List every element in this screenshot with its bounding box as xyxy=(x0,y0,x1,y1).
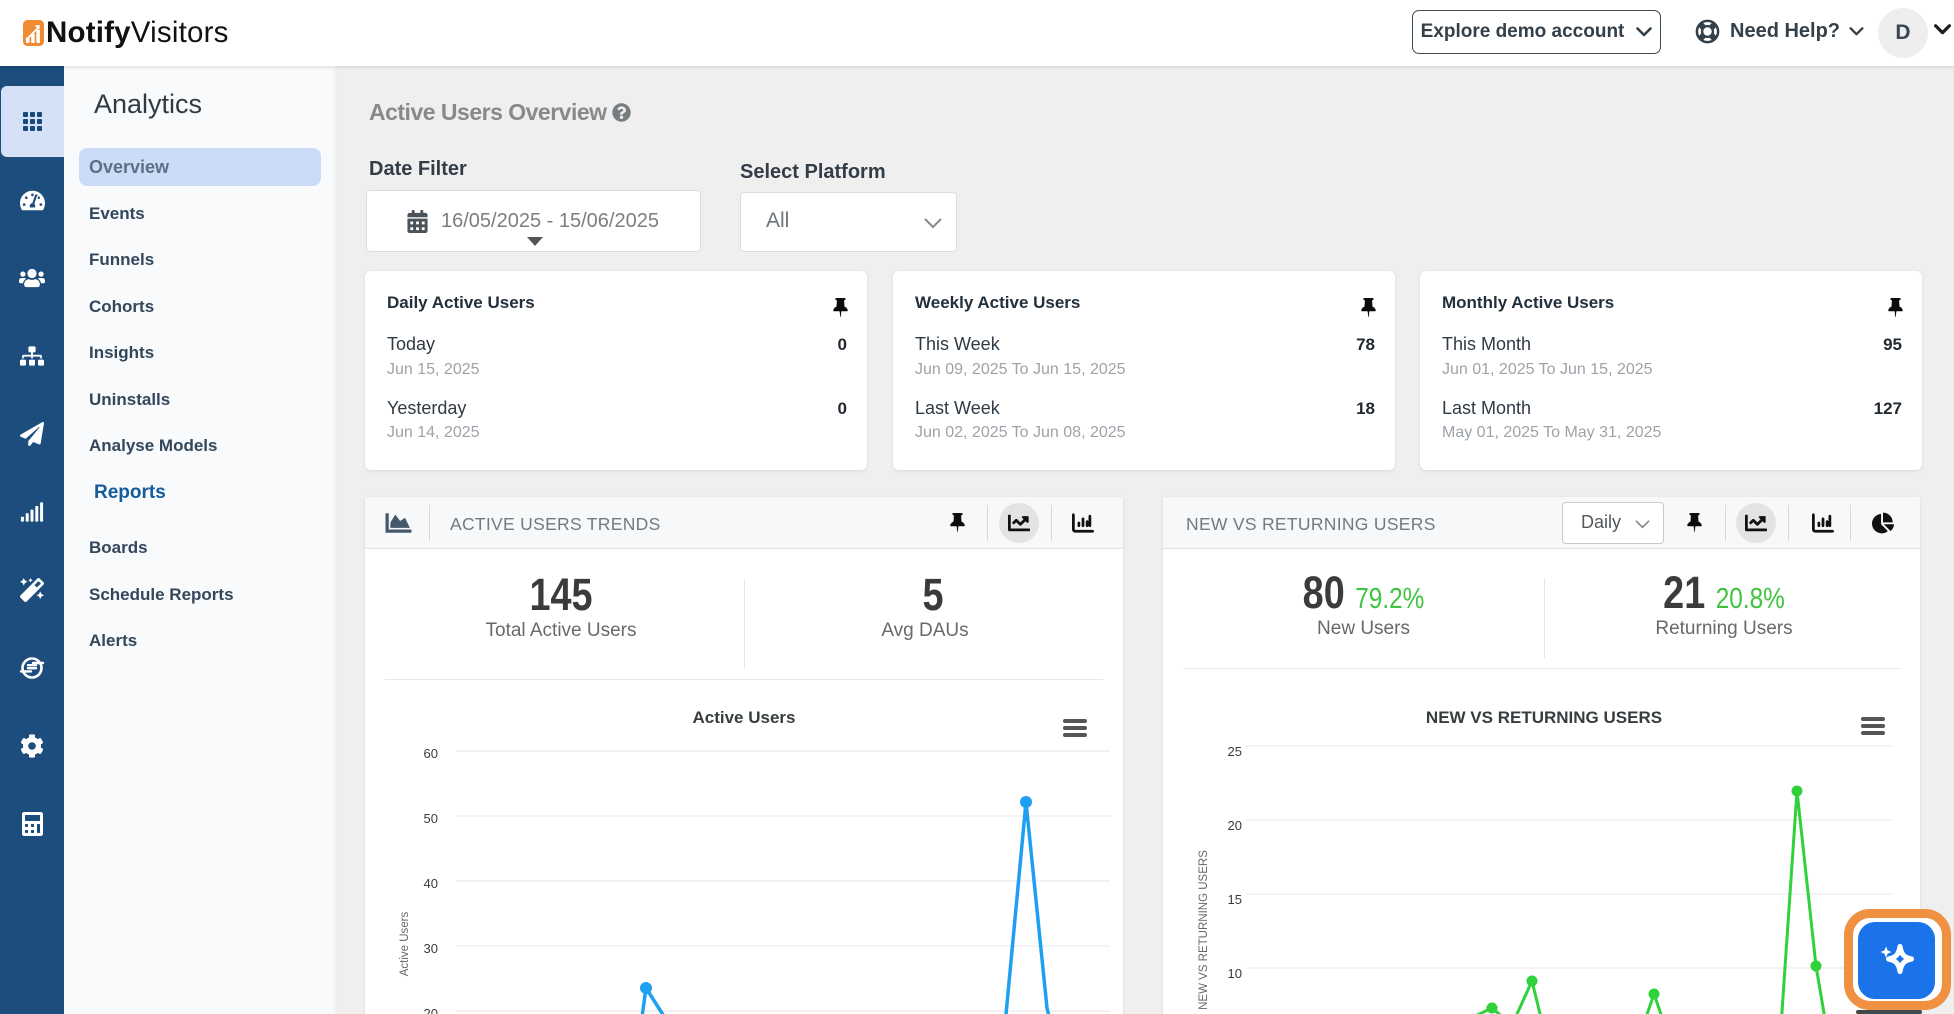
svg-text:30: 30 xyxy=(424,941,438,956)
svg-text:NEW VS RETURNING USERS: NEW VS RETURNING USERS xyxy=(1198,850,1210,1010)
svg-text:60: 60 xyxy=(424,746,438,761)
svg-text:40: 40 xyxy=(424,876,438,891)
svg-text:20: 20 xyxy=(1228,818,1242,833)
svg-text:20: 20 xyxy=(424,1006,438,1014)
svg-text:15: 15 xyxy=(1228,892,1242,907)
svg-text:Active Users: Active Users xyxy=(399,911,411,976)
svg-text:25: 25 xyxy=(1228,744,1242,759)
svg-text:50: 50 xyxy=(424,811,438,826)
svg-text:10: 10 xyxy=(1228,966,1242,981)
